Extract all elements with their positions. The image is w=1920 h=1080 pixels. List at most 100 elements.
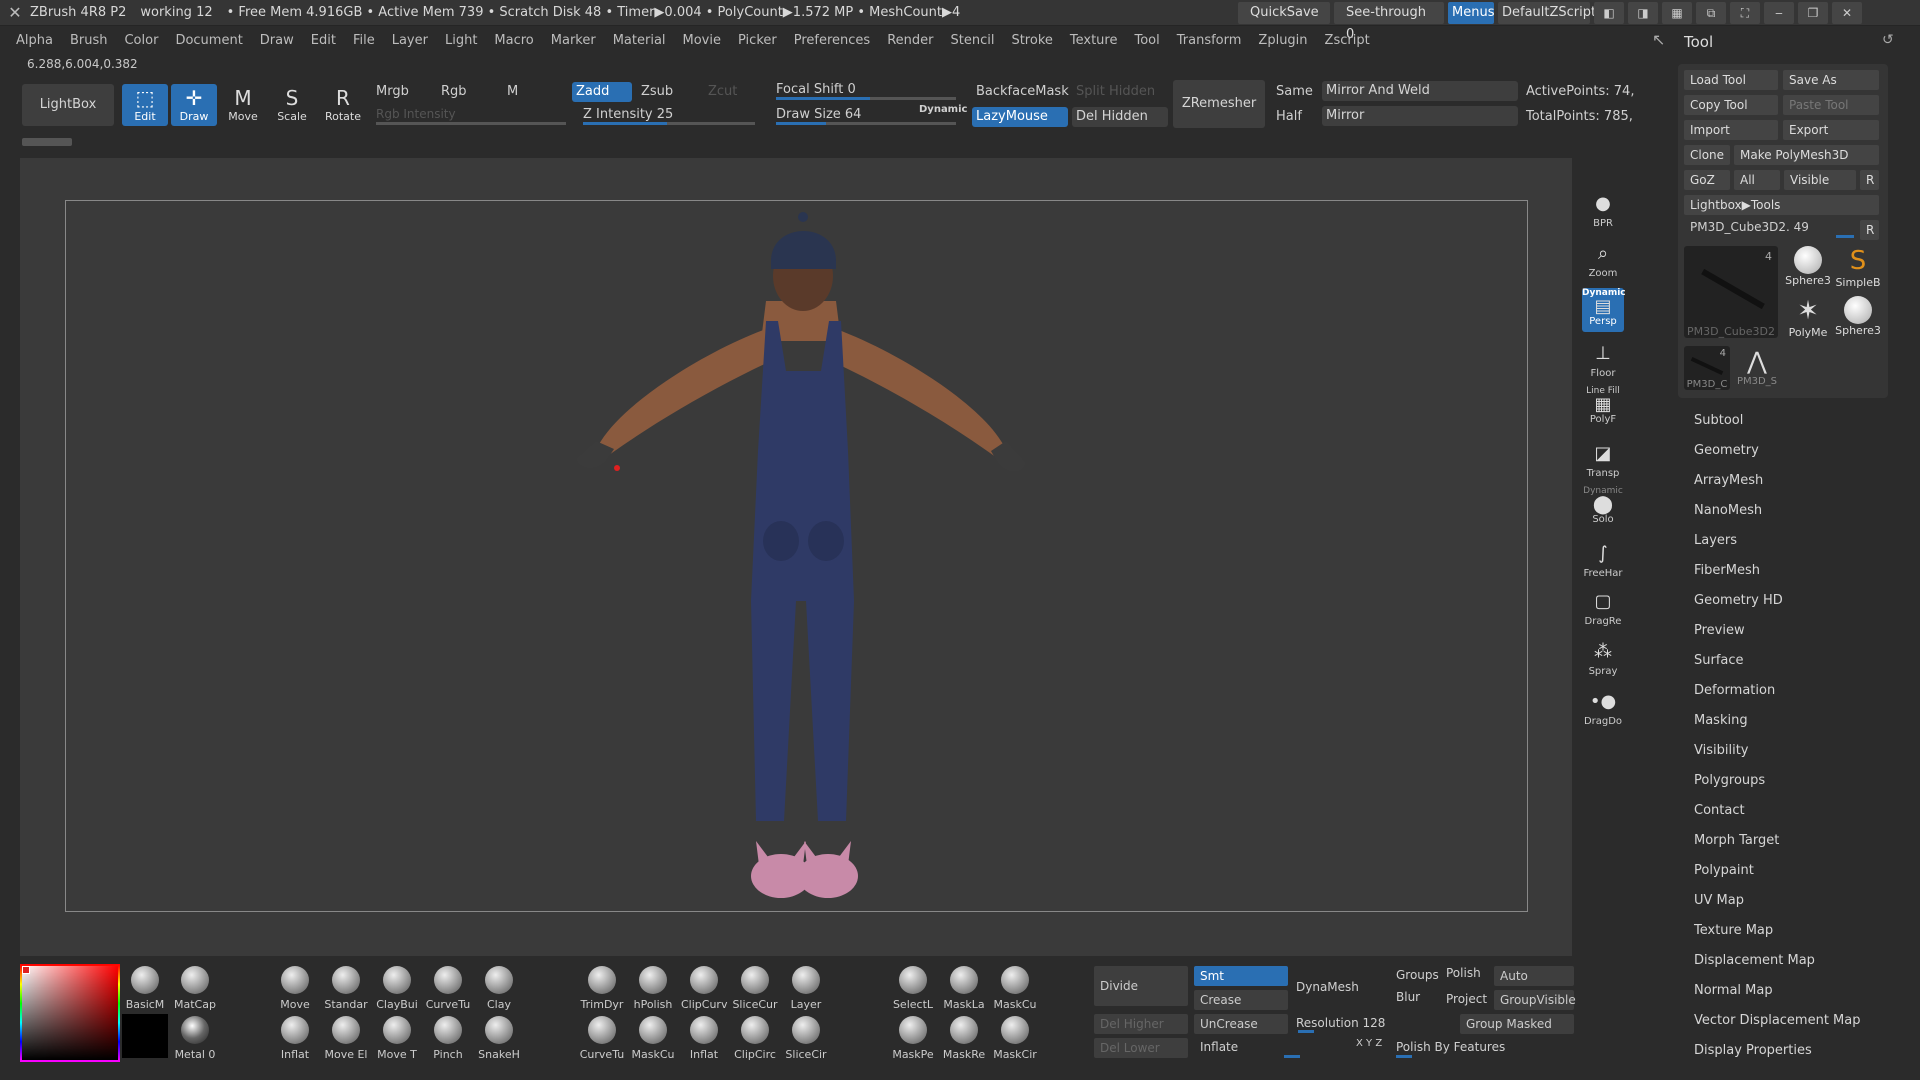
brush-maskre[interactable]: MaskRe — [941, 1016, 987, 1061]
section-layers[interactable]: Layers — [1694, 533, 1737, 548]
brush-trimdyr[interactable]: TrimDyr — [579, 966, 625, 1011]
copy-tool-button[interactable]: Copy Tool — [1684, 95, 1778, 115]
brush-slicecur[interactable]: SliceCur — [732, 966, 778, 1011]
menu-zplugin[interactable]: Zplugin — [1258, 33, 1307, 48]
dragrect-button[interactable]: ▢ DragRe — [1582, 588, 1624, 632]
default-zscript-button[interactable]: DefaultZScript — [1498, 2, 1596, 24]
tool-thumb-sphere3d[interactable]: Sphere3 — [1784, 246, 1832, 287]
section-nanomesh[interactable]: NanoMesh — [1694, 503, 1762, 518]
mirror-button[interactable]: Mirror — [1322, 106, 1518, 126]
section-morph-target[interactable]: Morph Target — [1694, 833, 1779, 848]
color-swatch-icon[interactable] — [22, 966, 30, 974]
menu-texture[interactable]: Texture — [1070, 33, 1118, 48]
section-arraymesh[interactable]: ArrayMesh — [1694, 473, 1763, 488]
group-visible-button[interactable]: GroupVisible — [1494, 990, 1576, 1010]
m-button[interactable]: M — [507, 84, 518, 99]
menu-layer[interactable]: Layer — [392, 33, 428, 48]
brush-move[interactable]: Move — [272, 966, 318, 1011]
group-masked-button[interactable]: Group Masked — [1460, 1014, 1574, 1034]
section-display-properties[interactable]: Display Properties — [1694, 1043, 1812, 1058]
brush-move-el[interactable]: Move El — [323, 1016, 369, 1061]
character-model[interactable] — [66, 201, 1529, 913]
bpr-button[interactable]: ● BPR — [1582, 190, 1624, 234]
brush-standar[interactable]: Standar — [323, 966, 369, 1011]
rgb-intensity-slider[interactable]: Rgb Intensity — [376, 107, 456, 121]
section-contact[interactable]: Contact — [1694, 803, 1745, 818]
layout-right-icon[interactable]: ◨ — [1628, 2, 1658, 24]
transp-button[interactable]: ◪ Transp — [1582, 440, 1624, 484]
lightbox-tools-button[interactable]: Lightbox▶Tools — [1684, 195, 1879, 215]
rotate-button[interactable]: R Rotate — [320, 84, 366, 126]
menu-draw[interactable]: Draw — [260, 33, 294, 48]
ui-swap-icon[interactable]: ⧉ — [1696, 2, 1726, 24]
section-polygroups[interactable]: Polygroups — [1694, 773, 1765, 788]
scale-button[interactable]: S Scale — [269, 84, 315, 126]
zoom-button[interactable]: ⌕ Zoom — [1582, 240, 1624, 284]
divide-button[interactable]: Divide — [1094, 966, 1188, 1006]
brush-snakeh[interactable]: SnakeH — [476, 1016, 522, 1061]
menu-stroke[interactable]: Stroke — [1011, 33, 1052, 48]
mrgb-button[interactable]: Mrgb — [376, 84, 409, 99]
move-button[interactable]: M Move — [220, 84, 266, 126]
spray-button[interactable]: ⁂ Spray — [1582, 638, 1624, 682]
menu-preferences[interactable]: Preferences — [794, 33, 870, 48]
brush-maskla[interactable]: MaskLa — [941, 966, 987, 1011]
menu-color[interactable]: Color — [124, 33, 158, 48]
tray-handle[interactable] — [22, 138, 72, 146]
persp-button[interactable]: Dynamic ▤ Persp — [1582, 288, 1626, 332]
material-basic[interactable]: BasicM — [122, 966, 168, 1011]
polish-slider[interactable]: Polish — [1446, 966, 1481, 980]
brush-layer[interactable]: Layer — [783, 966, 829, 1011]
menu-document[interactable]: Document — [175, 33, 242, 48]
menu-tool[interactable]: Tool — [1134, 33, 1159, 48]
brush-maskcu[interactable]: MaskCu — [630, 1016, 676, 1061]
section-displacement-map[interactable]: Displacement Map — [1694, 953, 1815, 968]
zcut-button[interactable]: Zcut — [708, 84, 737, 99]
project-toggle[interactable]: Project — [1446, 992, 1487, 1006]
inflate-slider[interactable]: Inflate — [1200, 1040, 1238, 1054]
menu-alpha[interactable]: Alpha — [16, 33, 53, 48]
del-hidden-button[interactable]: Del Hidden — [1072, 107, 1168, 127]
menu-material[interactable]: Material — [613, 33, 666, 48]
groups-toggle[interactable]: Groups — [1396, 968, 1439, 982]
section-uv-map[interactable]: UV Map — [1694, 893, 1744, 908]
load-tool-button[interactable]: Load Tool — [1684, 70, 1778, 90]
tool-thumb-simplebrush[interactable]: S SimpleB — [1834, 246, 1882, 289]
menu-render[interactable]: Render — [887, 33, 933, 48]
goz-r-button[interactable]: R — [1860, 170, 1879, 190]
lazymouse-button[interactable]: LazyMouse — [972, 107, 1068, 127]
reset-icon[interactable]: ↺ — [1882, 32, 1894, 48]
section-preview[interactable]: Preview — [1694, 623, 1745, 638]
tool-thumb-pm3d-cube3d2[interactable]: 4 PM3D_Cube3D2 — [1684, 246, 1778, 338]
section-subtool[interactable]: Subtool — [1694, 413, 1743, 428]
see-through-slider[interactable]: See-through 0 — [1334, 2, 1444, 42]
minimize-icon[interactable]: ‒ — [1764, 2, 1794, 24]
del-higher-button[interactable]: Del Higher — [1094, 1014, 1188, 1034]
freehand-button[interactable]: ∫ FreeHar — [1582, 540, 1624, 584]
brush-curvetu[interactable]: CurveTu — [579, 1016, 625, 1061]
material-metal[interactable]: Metal 0 — [172, 1016, 218, 1061]
close-icon[interactable]: ✕ — [1832, 2, 1862, 24]
menu-light[interactable]: Light — [445, 33, 477, 48]
interface-layout-icon[interactable]: ▦ — [1662, 2, 1692, 24]
half-button[interactable]: Half — [1276, 109, 1302, 124]
zremesher-button[interactable]: ZRemesher — [1173, 80, 1265, 128]
focal-shift-slider[interactable]: Focal Shift 0 — [776, 82, 856, 97]
split-hidden-button[interactable]: Split Hidden — [1076, 84, 1155, 99]
blur-slider[interactable]: Blur — [1396, 990, 1420, 1004]
brush-claybui[interactable]: ClayBui — [374, 966, 420, 1011]
lightbox-button[interactable]: LightBox — [22, 84, 114, 126]
brush-slicecir[interactable]: SliceCir — [783, 1016, 829, 1061]
zsub-button[interactable]: Zsub — [641, 84, 673, 99]
brush-maskcu[interactable]: MaskCu — [992, 966, 1038, 1011]
smt-toggle[interactable]: Smt — [1194, 966, 1288, 986]
tool-thumb-pm3d-c[interactable]: 4 PM3D_C — [1684, 346, 1730, 390]
polyf-button[interactable]: Line Fill ▦ PolyF — [1582, 386, 1624, 430]
crease-button[interactable]: Crease — [1194, 990, 1288, 1010]
zadd-button[interactable]: Zadd — [572, 82, 632, 102]
section-masking[interactable]: Masking — [1694, 713, 1748, 728]
make-polymesh3d-button[interactable]: Make PolyMesh3D — [1734, 145, 1879, 165]
secondary-color-swatch[interactable] — [122, 1014, 168, 1058]
brush-pinch[interactable]: Pinch — [425, 1016, 471, 1061]
menu-stencil[interactable]: Stencil — [950, 33, 994, 48]
